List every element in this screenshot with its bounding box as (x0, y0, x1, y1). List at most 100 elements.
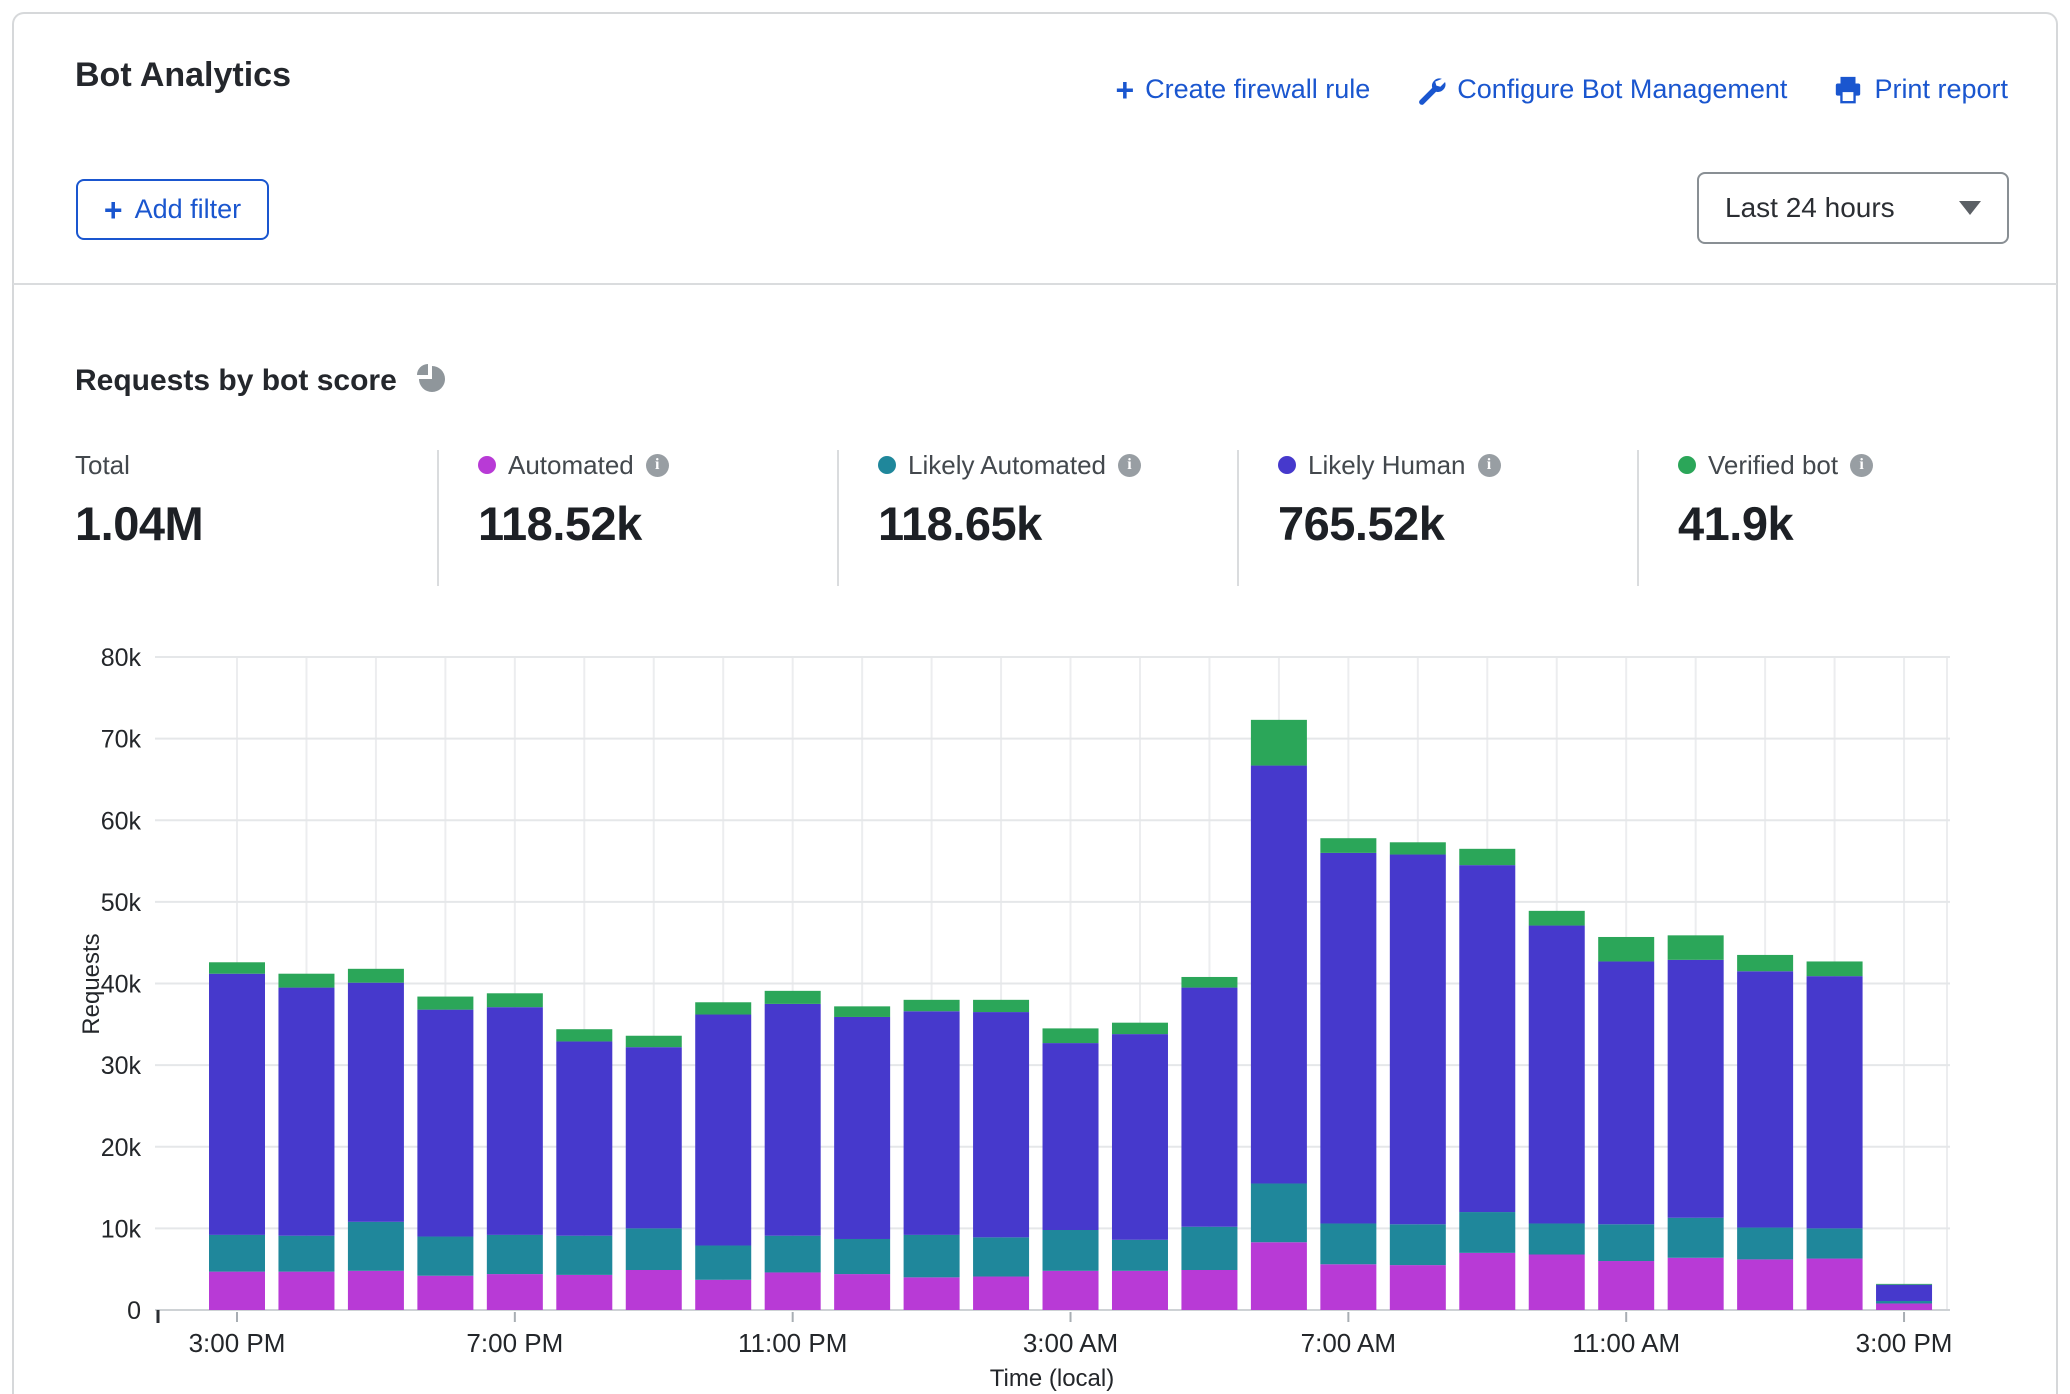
bar-segment-automated[interactable] (1181, 1270, 1237, 1310)
bar-segment-likely-automated[interactable] (1737, 1228, 1793, 1260)
bar-segment-automated[interactable] (1807, 1259, 1863, 1310)
bar-segment-verified-bot[interactable] (1876, 1284, 1932, 1285)
bar-segment-automated[interactable] (1390, 1265, 1446, 1310)
bar-segment-verified-bot[interactable] (1251, 720, 1307, 766)
bar-segment-likely-human[interactable] (765, 1004, 821, 1236)
bar-segment-likely-human[interactable] (904, 1011, 960, 1235)
bar-segment-verified-bot[interactable] (973, 1000, 1029, 1012)
bar-segment-automated[interactable] (834, 1274, 890, 1310)
info-icon[interactable]: i (646, 454, 669, 477)
create-firewall-rule-link[interactable]: + Create firewall rule (1115, 74, 1370, 105)
bar-segment-likely-automated[interactable] (834, 1239, 890, 1274)
bar-segment-automated[interactable] (765, 1272, 821, 1310)
bar-segment-automated[interactable] (556, 1275, 612, 1310)
bar-segment-likely-automated[interactable] (1529, 1223, 1585, 1254)
bar-segment-likely-automated[interactable] (904, 1235, 960, 1277)
bar-segment-likely-human[interactable] (209, 974, 265, 1235)
bar-segment-automated[interactable] (1043, 1271, 1099, 1310)
bar-segment-automated[interactable] (626, 1270, 682, 1310)
bar-segment-automated[interactable] (1668, 1258, 1724, 1310)
bar-segment-automated[interactable] (348, 1271, 404, 1310)
bar-segment-likely-human[interactable] (1876, 1285, 1932, 1301)
bar-segment-likely-automated[interactable] (209, 1235, 265, 1272)
bar-segment-verified-bot[interactable] (1807, 961, 1863, 976)
bar-segment-likely-automated[interactable] (1181, 1227, 1237, 1270)
bar-segment-verified-bot[interactable] (1181, 977, 1237, 988)
bar-segment-likely-automated[interactable] (626, 1228, 682, 1270)
bar-segment-likely-human[interactable] (556, 1041, 612, 1235)
bar-segment-verified-bot[interactable] (834, 1006, 890, 1017)
bar-segment-verified-bot[interactable] (626, 1036, 682, 1047)
bar-segment-likely-automated[interactable] (1043, 1230, 1099, 1271)
bar-segment-verified-bot[interactable] (1737, 955, 1793, 971)
bar-segment-automated[interactable] (1112, 1271, 1168, 1310)
bar-segment-likely-human[interactable] (278, 988, 334, 1236)
bar-segment-likely-human[interactable] (1390, 855, 1446, 1225)
bar-segment-automated[interactable] (1251, 1242, 1307, 1310)
bar-segment-likely-human[interactable] (1529, 926, 1585, 1224)
bar-segment-verified-bot[interactable] (1320, 838, 1376, 853)
bar-segment-automated[interactable] (695, 1280, 751, 1310)
info-icon[interactable]: i (1850, 454, 1873, 477)
bar-segment-automated[interactable] (1529, 1254, 1585, 1310)
bar-segment-verified-bot[interactable] (695, 1002, 751, 1014)
bar-segment-automated[interactable] (417, 1276, 473, 1310)
bar-segment-automated[interactable] (209, 1272, 265, 1310)
time-range-dropdown[interactable]: Last 24 hours (1697, 172, 2009, 244)
bar-segment-likely-human[interactable] (1459, 865, 1515, 1212)
add-filter-button[interactable]: + Add filter (76, 179, 269, 240)
bar-segment-likely-human[interactable] (1668, 960, 1724, 1218)
bar-segment-likely-automated[interactable] (1112, 1240, 1168, 1271)
bar-segment-verified-bot[interactable] (556, 1029, 612, 1041)
bar-segment-verified-bot[interactable] (209, 962, 265, 973)
info-icon[interactable]: i (1118, 454, 1141, 477)
bar-segment-likely-automated[interactable] (1807, 1228, 1863, 1258)
bar-segment-likely-automated[interactable] (417, 1237, 473, 1276)
bar-segment-likely-automated[interactable] (1668, 1218, 1724, 1258)
bar-segment-automated[interactable] (278, 1272, 334, 1310)
bar-segment-verified-bot[interactable] (1598, 937, 1654, 961)
bar-segment-automated[interactable] (973, 1277, 1029, 1310)
bar-segment-verified-bot[interactable] (348, 969, 404, 983)
bar-segment-likely-human[interactable] (487, 1007, 543, 1235)
bar-segment-likely-automated[interactable] (1598, 1224, 1654, 1261)
bar-segment-likely-human[interactable] (1598, 961, 1654, 1224)
bar-segment-likely-human[interactable] (417, 1010, 473, 1237)
bar-segment-likely-human[interactable] (1251, 766, 1307, 1184)
bar-segment-likely-automated[interactable] (1390, 1224, 1446, 1265)
bar-segment-likely-automated[interactable] (1251, 1183, 1307, 1242)
bar-segment-likely-automated[interactable] (487, 1235, 543, 1274)
configure-bot-management-link[interactable]: Configure Bot Management (1416, 74, 1787, 105)
bar-segment-verified-bot[interactable] (487, 993, 543, 1007)
bar-segment-automated[interactable] (1459, 1253, 1515, 1310)
bar-segment-verified-bot[interactable] (1529, 911, 1585, 926)
bar-segment-verified-bot[interactable] (1112, 1023, 1168, 1034)
bar-segment-likely-human[interactable] (695, 1015, 751, 1246)
bar-segment-automated[interactable] (1320, 1264, 1376, 1310)
bar-segment-verified-bot[interactable] (417, 997, 473, 1010)
bar-segment-likely-human[interactable] (626, 1047, 682, 1228)
bar-segment-automated[interactable] (487, 1274, 543, 1310)
bar-segment-verified-bot[interactable] (1668, 935, 1724, 959)
bar-segment-verified-bot[interactable] (278, 974, 334, 988)
bar-segment-likely-human[interactable] (1737, 971, 1793, 1227)
bar-segment-likely-human[interactable] (1112, 1034, 1168, 1240)
bar-segment-likely-automated[interactable] (556, 1236, 612, 1275)
bar-segment-verified-bot[interactable] (765, 991, 821, 1004)
bar-segment-likely-human[interactable] (1807, 976, 1863, 1228)
bar-segment-likely-automated[interactable] (765, 1236, 821, 1273)
bar-segment-automated[interactable] (1737, 1259, 1793, 1310)
bar-segment-likely-human[interactable] (834, 1017, 890, 1239)
bar-segment-automated[interactable] (1876, 1303, 1932, 1310)
bar-segment-automated[interactable] (904, 1277, 960, 1310)
bar-segment-likely-automated[interactable] (278, 1236, 334, 1272)
bar-segment-likely-human[interactable] (1320, 853, 1376, 1224)
bar-segment-likely-automated[interactable] (695, 1246, 751, 1280)
bar-segment-verified-bot[interactable] (904, 1000, 960, 1011)
bar-segment-verified-bot[interactable] (1043, 1028, 1099, 1043)
bar-segment-verified-bot[interactable] (1459, 849, 1515, 865)
bar-segment-likely-automated[interactable] (973, 1237, 1029, 1276)
bar-segment-likely-automated[interactable] (348, 1222, 404, 1271)
bar-segment-automated[interactable] (1598, 1261, 1654, 1310)
bar-segment-likely-human[interactable] (1043, 1043, 1099, 1230)
